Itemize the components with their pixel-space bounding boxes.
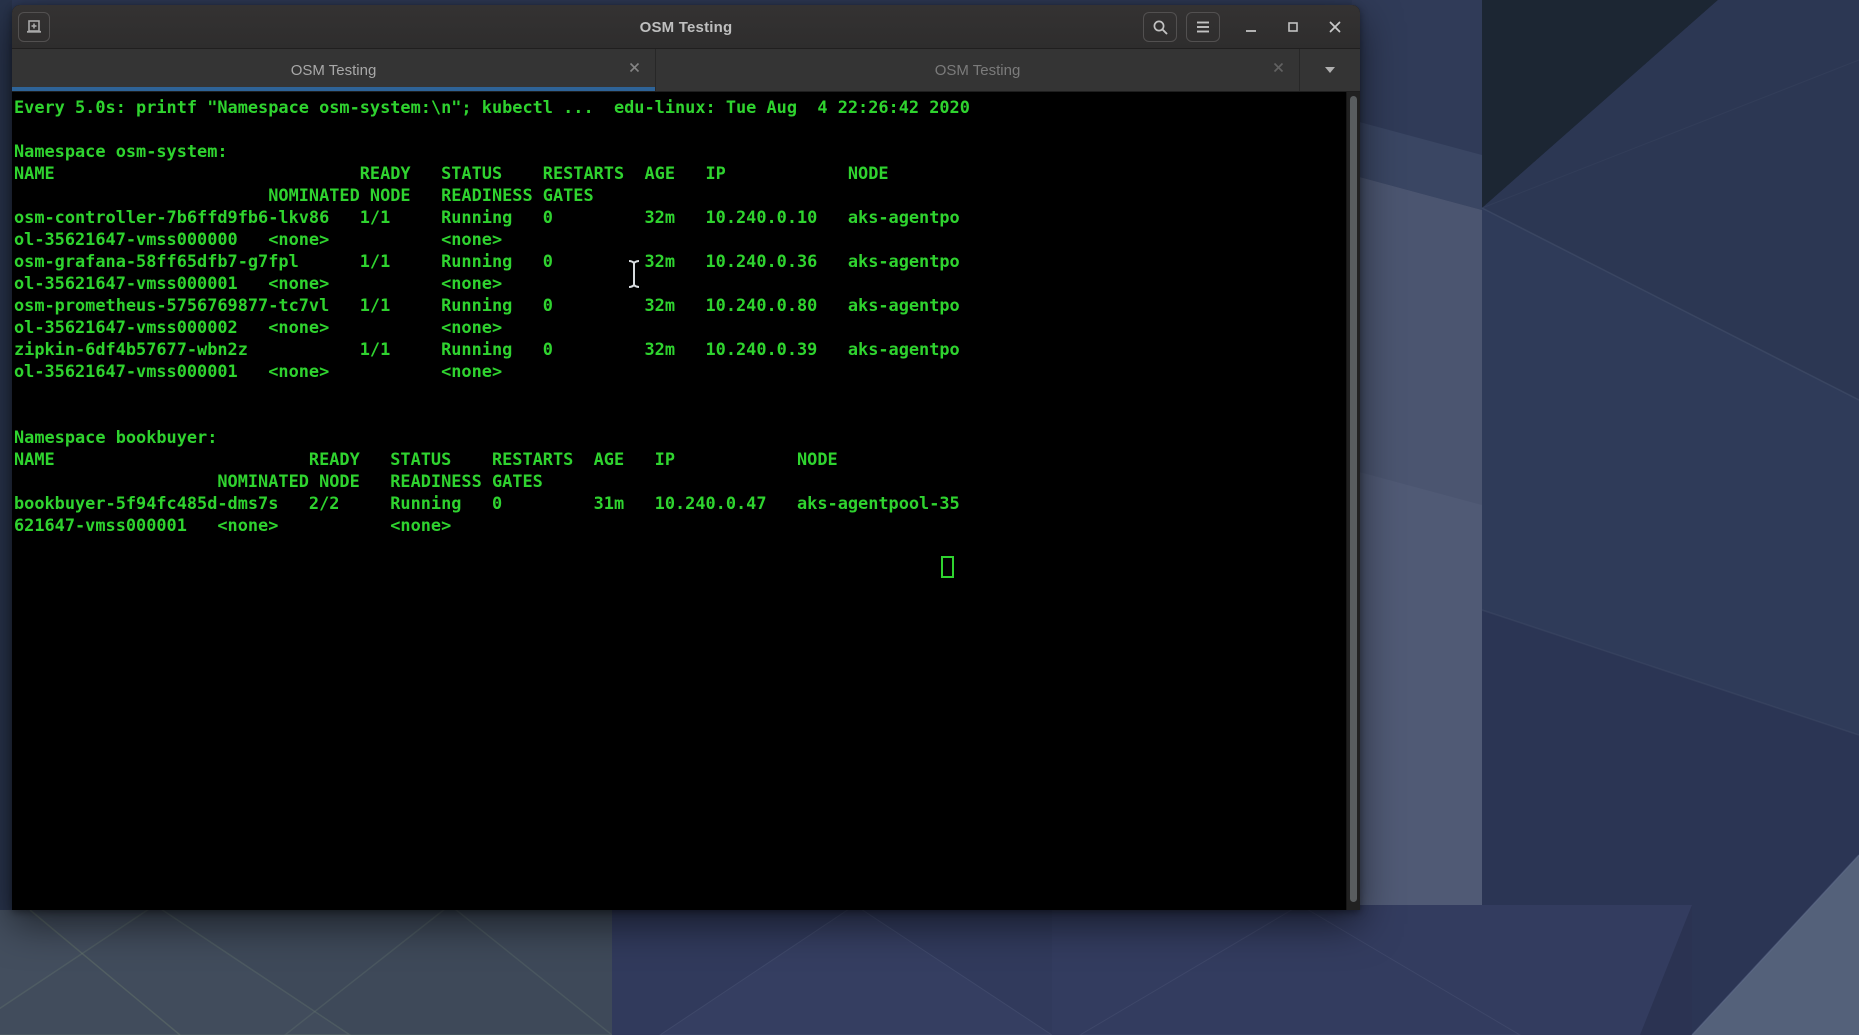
tab-osm-testing-1[interactable]: OSM Testing <box>12 49 656 91</box>
search-button[interactable] <box>1143 12 1177 42</box>
tab-bar: OSM Testing OSM Testing <box>12 49 1360 92</box>
chevron-down-icon <box>1323 61 1337 79</box>
hamburger-menu-icon <box>1195 20 1211 34</box>
tab-close-icon[interactable] <box>628 61 641 79</box>
terminal-screen[interactable]: Every 5.0s: printf "Namespace osm-system… <box>12 92 1360 910</box>
close-button[interactable] <box>1318 12 1352 42</box>
maximize-icon <box>1285 19 1301 35</box>
terminal-window: OSM Testing OSM Testing OSM Testing Ever… <box>12 5 1360 910</box>
new-tab-button[interactable] <box>18 12 50 42</box>
scrollbar-thumb[interactable] <box>1350 96 1357 902</box>
tab-osm-testing-2[interactable]: OSM Testing <box>656 49 1300 91</box>
titlebar[interactable]: OSM Testing <box>12 5 1360 49</box>
tab-label: OSM Testing <box>290 61 377 79</box>
terminal-block-cursor <box>941 556 954 578</box>
minimize-icon <box>1243 19 1259 35</box>
maximize-button[interactable] <box>1276 12 1310 42</box>
new-tab-icon <box>25 18 43 36</box>
tab-close-icon[interactable] <box>1272 61 1285 79</box>
menu-button[interactable] <box>1186 12 1220 42</box>
terminal-output: Every 5.0s: printf "Namespace osm-system… <box>14 97 970 535</box>
search-icon <box>1152 19 1169 36</box>
scrollbar[interactable] <box>1346 92 1360 910</box>
close-icon <box>1327 19 1343 35</box>
tab-label: OSM Testing <box>934 61 1021 79</box>
tab-list-dropdown-button[interactable] <box>1300 49 1359 91</box>
minimize-button[interactable] <box>1234 12 1268 42</box>
